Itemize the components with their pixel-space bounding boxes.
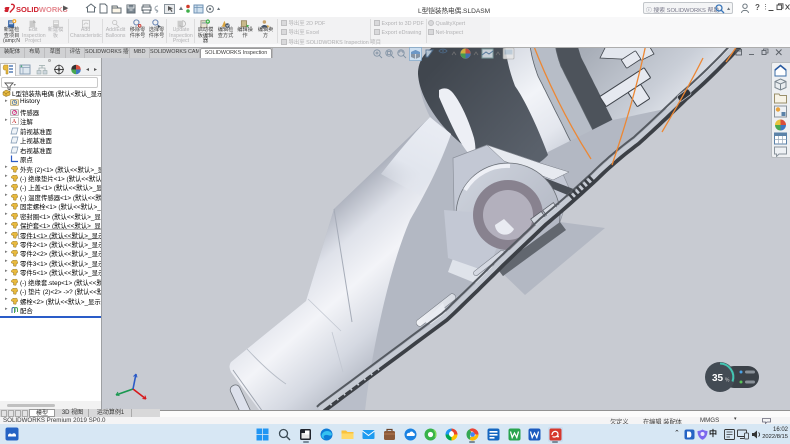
svg-text:A: A bbox=[12, 119, 17, 125]
svg-text:SOLIDWORKS: SOLIDWORKS bbox=[16, 5, 68, 14]
svg-text:%: % bbox=[725, 378, 730, 384]
svg-text:35: 35 bbox=[712, 373, 724, 384]
